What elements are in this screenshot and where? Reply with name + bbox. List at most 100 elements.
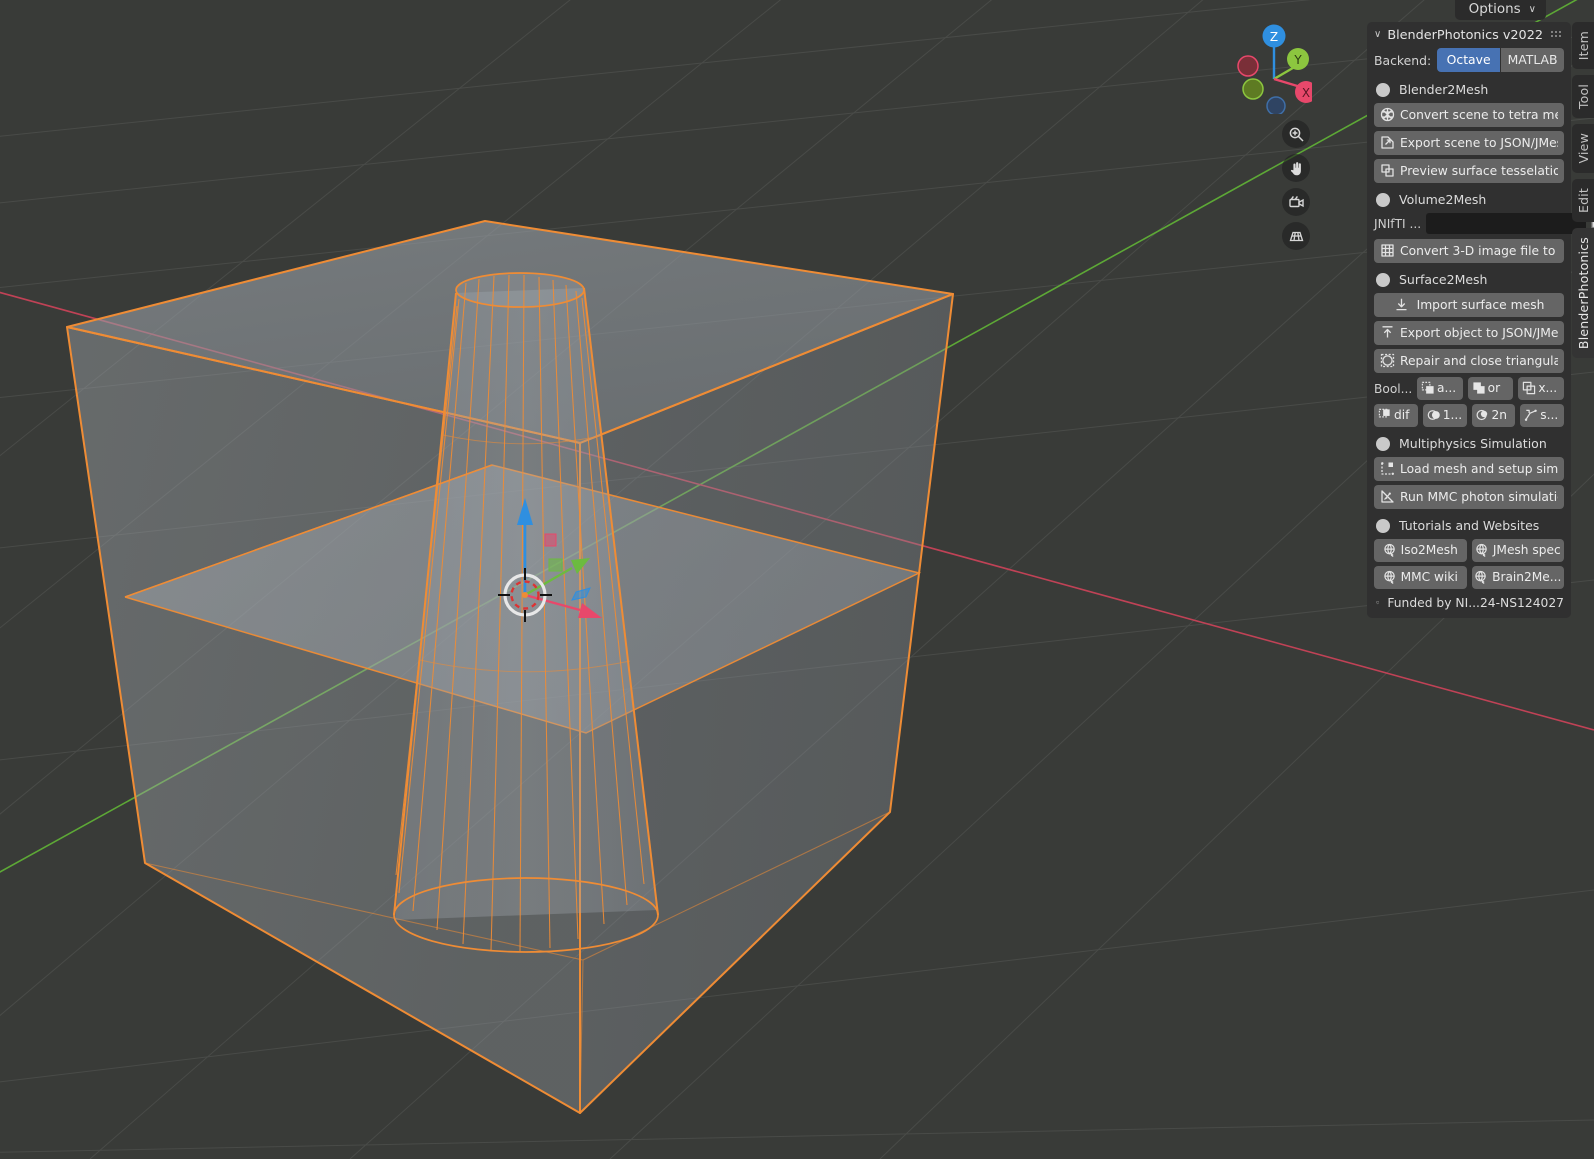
- chevron-down-icon[interactable]: ∨: [1374, 30, 1381, 40]
- boolean-button-label: or: [1487, 381, 1501, 395]
- button-label: Preview surface tesselation: [1400, 163, 1558, 178]
- boolean-button-label: a...: [1437, 381, 1457, 395]
- boolean-button-label: x...: [1538, 381, 1558, 395]
- export-scene-icon: [1381, 136, 1394, 149]
- boolean-button-bool-or[interactable]: or: [1467, 377, 1514, 400]
- link-button-label: Brain2Me...: [1492, 570, 1562, 584]
- boolean-button-bool-and[interactable]: a...: [1417, 377, 1463, 400]
- boolean-button-bool-first[interactable]: 1...: [1422, 404, 1467, 427]
- boolean-operation-row: dif 1... 2n s...: [1374, 404, 1564, 427]
- bool-xor-icon: [1523, 381, 1536, 395]
- section-header-volume2mesh[interactable]: Volume2Mesh: [1376, 192, 1564, 207]
- section-bullet-icon: [1376, 518, 1390, 533]
- section-bullet-icon: [1376, 436, 1390, 451]
- sidebar-tab-blenderphotonics[interactable]: BlenderPhotonics: [1572, 227, 1594, 358]
- boolean-button-bool-second[interactable]: 2n: [1471, 404, 1516, 427]
- panel-header[interactable]: ∨ BlenderPhotonics v2022: [1367, 22, 1571, 48]
- globe-icon: [1475, 570, 1486, 584]
- backend-selector: Backend: Octave MATLAB: [1374, 48, 1564, 72]
- button-run-mmc-photon-simulation[interactable]: Run MMC photon simulation: [1374, 485, 1564, 509]
- boolean-button-label: s...: [1540, 408, 1559, 422]
- button-convert-3-d-image-file-to[interactable]: Convert 3-D image file to ...: [1374, 239, 1564, 263]
- button-label: Convert 3-D image file to ...: [1400, 243, 1558, 258]
- section-title: Tutorials and Websites: [1399, 518, 1540, 533]
- boolean-button-bool-xor[interactable]: x...: [1518, 377, 1565, 400]
- globe-icon: [1476, 543, 1487, 557]
- gizmo-axis-x[interactable]: X: [1295, 81, 1317, 103]
- panel-title: BlenderPhotonics v2022: [1387, 27, 1543, 43]
- button-preview-surface-tesselation[interactable]: Preview surface tesselation: [1374, 159, 1564, 183]
- drag-grip-icon[interactable]: [1551, 31, 1563, 39]
- website-link-row: Iso2Mesh JMesh spec: [1374, 539, 1564, 562]
- boolean-button-label: dif: [1394, 408, 1410, 422]
- 3d-viewport[interactable]: [0, 0, 1594, 1159]
- button-label: Export object to JSON/JMesh: [1400, 325, 1558, 340]
- globe-icon: [1383, 543, 1395, 557]
- zoom-icon[interactable]: [1282, 120, 1310, 148]
- pan-icon[interactable]: [1282, 154, 1310, 182]
- boolean-row-label: Bool...: [1374, 381, 1412, 396]
- section-header-multiphysics-simulation[interactable]: Multiphysics Simulation: [1376, 436, 1564, 451]
- sidebar-tab-strip: Item Tool View Edit BlenderPhotonics: [1572, 22, 1594, 358]
- section-header-blender2mesh[interactable]: Blender2Mesh: [1376, 82, 1564, 97]
- button-load-mesh-and-setup-simul[interactable]: Load mesh and setup simul...: [1374, 457, 1564, 481]
- jnifti-field-label: JNIfTI ...: [1374, 216, 1422, 231]
- section-title: Blender2Mesh: [1399, 82, 1489, 97]
- sidebar-tab-label: BlenderPhotonics: [1575, 236, 1591, 349]
- button-export-scene-to-json-jmesh[interactable]: Export scene to JSON/JMesh: [1374, 131, 1564, 155]
- backend-segmented-control: Octave MATLAB: [1437, 48, 1564, 72]
- viewport-tool-buttons: [1282, 120, 1310, 250]
- website-link-row: MMC wiki Brain2Me...: [1374, 566, 1564, 589]
- sidebar-tab-view[interactable]: View: [1572, 124, 1594, 173]
- options-label: Options: [1468, 1, 1521, 18]
- backend-option-octave[interactable]: Octave: [1437, 48, 1501, 72]
- link-button-jmesh-spec[interactable]: JMesh spec: [1471, 539, 1564, 562]
- backend-option-matlab[interactable]: MATLAB: [1501, 48, 1564, 72]
- jnifti-file-row: JNIfTI ...: [1374, 213, 1594, 234]
- gizmo-axis-neg-x[interactable]: [1237, 55, 1259, 77]
- button-label: Run MMC photon simulation: [1400, 489, 1558, 504]
- section-bullet-icon: [1376, 82, 1390, 97]
- gizmo-axis-y[interactable]: Y: [1287, 48, 1309, 70]
- gizmo-axis-neg-y[interactable]: [1242, 78, 1264, 100]
- section-bullet-icon: [1376, 192, 1390, 207]
- sidebar-tab-item[interactable]: Item: [1572, 22, 1594, 70]
- camera-icon[interactable]: [1282, 188, 1310, 216]
- link-button-mmc-wiki[interactable]: MMC wiki: [1374, 566, 1467, 589]
- sidebar-tab-label: Edit: [1575, 187, 1591, 213]
- bool-diff-icon: [1378, 408, 1390, 418]
- sidebar-tab-tool[interactable]: Tool: [1572, 75, 1594, 119]
- heart-icon: [1376, 601, 1380, 605]
- jnifti-path-input[interactable]: [1426, 213, 1587, 234]
- sidebar-tab-label: Tool: [1575, 84, 1591, 110]
- boolean-button-label: 2n: [1491, 408, 1507, 422]
- gizmo-axis-neg-z[interactable]: [1266, 96, 1286, 116]
- sidebar-tab-label: View: [1575, 133, 1591, 164]
- blender-window: Z Y X Options ∨ Item Tool View Edit Blen…: [0, 0, 1594, 1159]
- sidebar-tab-edit[interactable]: Edit: [1572, 178, 1594, 222]
- button-convert-scene-to-tetra-mesh[interactable]: Convert scene to tetra mesh: [1374, 103, 1564, 127]
- options-dropdown[interactable]: Options ∨: [1454, 0, 1546, 20]
- funding-label: Funded by NI...24-NS124027: [1387, 596, 1564, 610]
- boolean-button-label: 1...: [1442, 408, 1463, 422]
- boolean-button-bool-diff[interactable]: dif: [1374, 404, 1418, 427]
- button-import-surface-mesh[interactable]: Import surface mesh: [1374, 293, 1564, 317]
- gizmo-axis-z[interactable]: Z: [1262, 24, 1286, 48]
- button-label: Export scene to JSON/JMesh: [1400, 135, 1558, 150]
- repair-mesh-icon: [1380, 353, 1395, 368]
- gizmo-x-label: X: [1302, 86, 1310, 100]
- section-header-tutorials-and-websites[interactable]: Tutorials and Websites: [1376, 518, 1564, 533]
- section-header-surface2mesh[interactable]: Surface2Mesh: [1376, 272, 1564, 287]
- gizmo-z-label: Z: [1270, 30, 1278, 44]
- grid-icon[interactable]: [1282, 222, 1310, 250]
- navigation-gizmo[interactable]: Z Y X: [1226, 22, 1317, 116]
- link-button-brain2me[interactable]: Brain2Me...: [1471, 566, 1564, 589]
- button-repair-and-close-triangular[interactable]: Repair and close triangular ...: [1374, 349, 1564, 373]
- boolean-button-bool-self[interactable]: s...: [1520, 404, 1564, 427]
- link-button-iso2mesh[interactable]: Iso2Mesh: [1374, 539, 1467, 562]
- section-title: Surface2Mesh: [1399, 272, 1488, 287]
- panel-body: Backend: Octave MATLAB Blender2Mesh Convert …: [1367, 48, 1594, 610]
- bool-second-icon: [1476, 409, 1487, 421]
- button-export-object-to-json-jmesh[interactable]: Export object to JSON/JMesh: [1374, 321, 1564, 345]
- boolean-operation-row: Bool... a... or x...: [1374, 377, 1565, 400]
